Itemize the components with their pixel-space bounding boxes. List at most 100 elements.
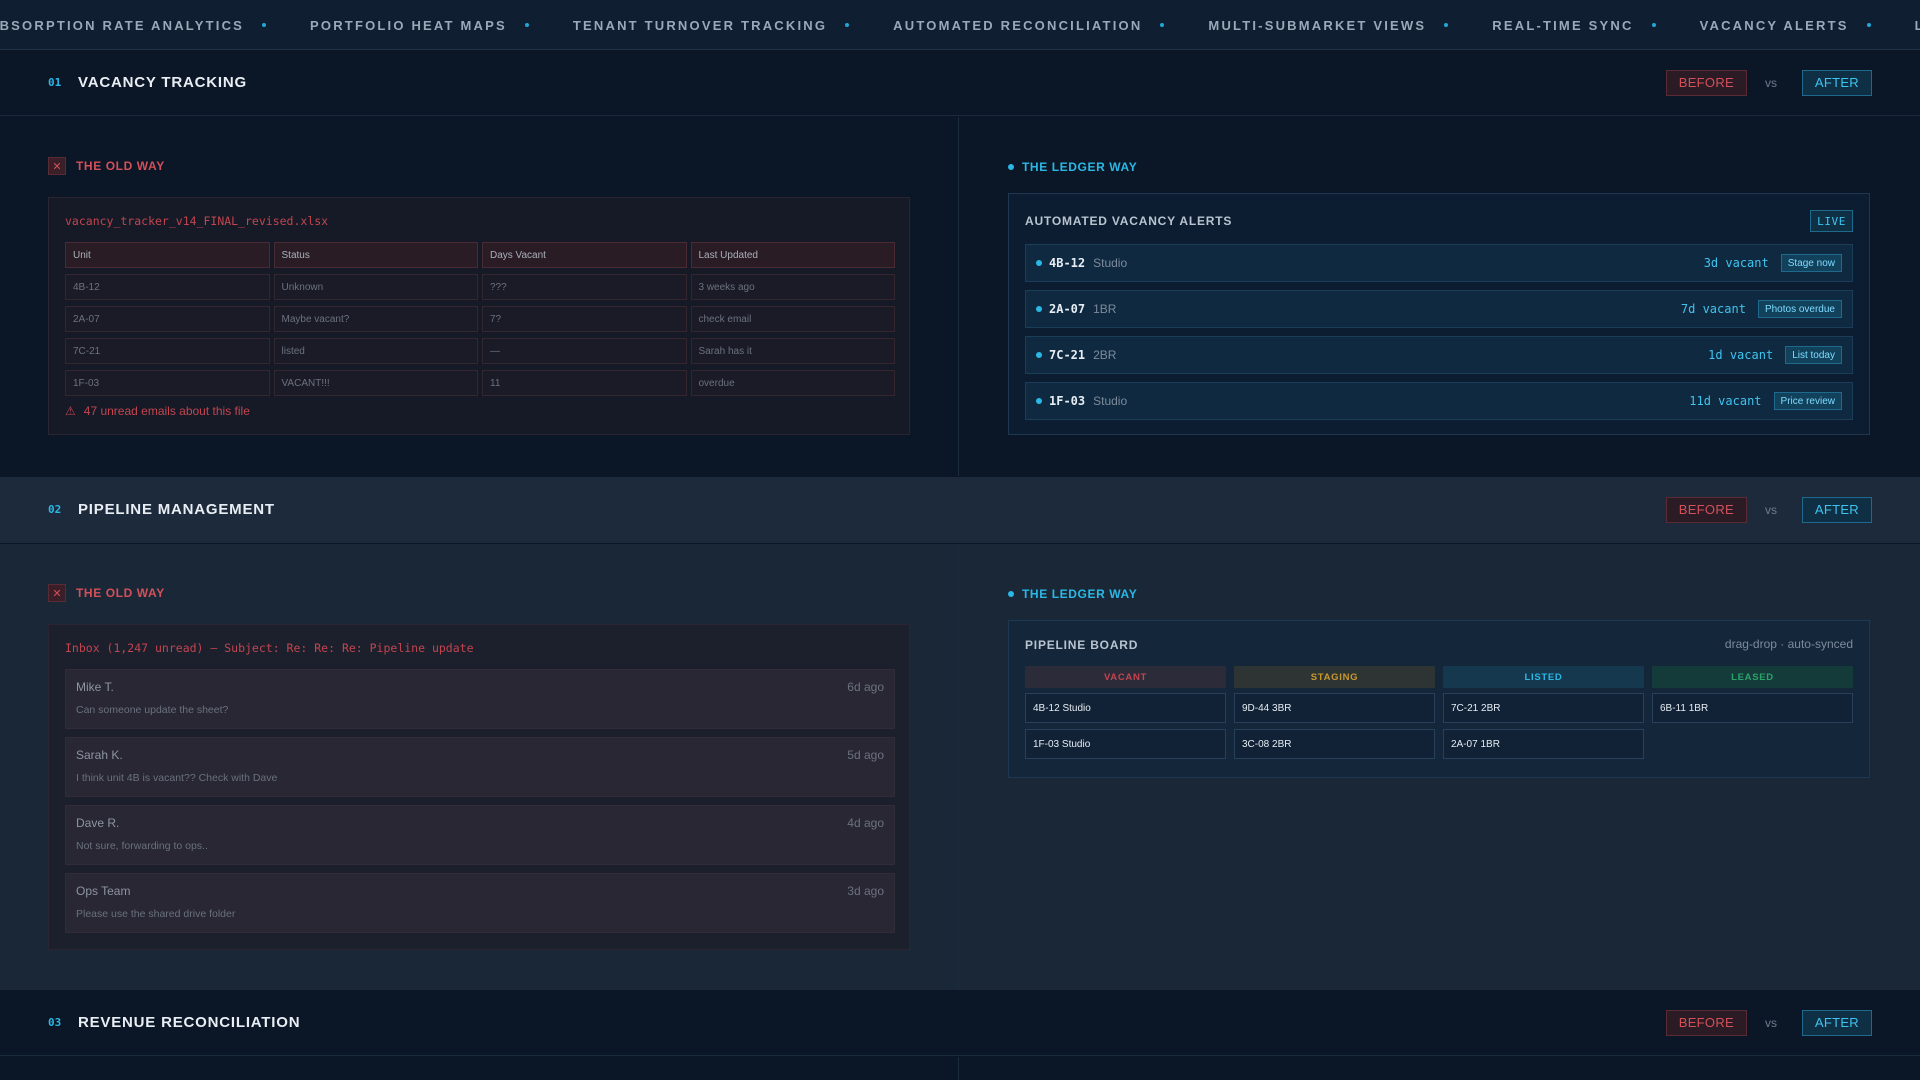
section-header-vacancy-tracking: 01 Vacancy Tracking BEFORE vs AFTER — [0, 50, 1920, 116]
email-time: 6d ago — [847, 680, 884, 694]
ticker-item: Lease Expiration — [1915, 18, 1920, 33]
ticker-item: Vacancy Alerts — [1699, 17, 1849, 33]
old-way-text: The Old Way — [76, 159, 165, 173]
table-cell: 7C-21 — [65, 338, 270, 364]
alert-action-button[interactable]: Stage now — [1780, 254, 1842, 272]
status-dot-icon — [1036, 398, 1042, 404]
table-cell: VACANT!!! — [273, 370, 478, 396]
after-button[interactable]: AFTER — [1801, 1009, 1872, 1036]
table-header-cell: Status — [273, 242, 478, 268]
before-button[interactable]: BEFORE — [1665, 1009, 1747, 1036]
section-header-revenue-reconciliation: 03 Revenue Reconciliation BEFORE vs AFTE… — [0, 990, 1920, 1056]
board-column-header: Leased — [1652, 666, 1853, 688]
table-header-cell: Last Updated — [690, 242, 895, 268]
pipeline-board-panel: Pipeline Board drag-drop · auto-synced V… — [1008, 620, 1870, 778]
pipeline-card[interactable]: 3C-08 2BR — [1234, 729, 1435, 759]
table-cell: overdue — [690, 370, 895, 396]
section-title: Vacancy Tracking — [78, 74, 247, 91]
ticker-track: Absorption Rate Analytics Portfolio Heat … — [0, 0, 1920, 49]
after-button[interactable]: AFTER — [1801, 69, 1872, 96]
vacancy-alert-row[interactable]: 1F-03 Studio 11d vacant Price review — [1025, 382, 1853, 420]
alert-right-group: 7d vacant Photos overdue — [1681, 300, 1842, 318]
board-column-leased: Leased 6B-11 1BR — [1652, 666, 1853, 765]
pipeline-card[interactable]: 7C-21 2BR — [1443, 693, 1644, 723]
before-button[interactable]: BEFORE — [1665, 69, 1747, 96]
close-icon: ✕ — [48, 584, 66, 602]
pipeline-card[interactable]: 1F-03 Studio — [1025, 729, 1226, 759]
email-item[interactable]: Sarah K. 5d ago I think unit 4B is vacant?… — [65, 737, 895, 797]
bullet-icon — [1866, 23, 1871, 27]
email-item[interactable]: Dave R. 4d ago Not sure, forwarding to ops… — [65, 805, 895, 865]
status-dot-icon — [1036, 306, 1042, 312]
bullet-icon — [1651, 23, 1656, 27]
ticker-item: Real-Time Sync — [1492, 17, 1634, 33]
board-column-staging: Staging 9D-44 3BR 3C-08 2BR — [1234, 666, 1435, 765]
old-way-label: ✕ The Old Way — [48, 584, 165, 602]
email-sender: Sarah K. — [76, 748, 123, 762]
ledger-way-label: The Ledger Way — [1008, 587, 1137, 601]
inbox-subject: Inbox (1,247 unread) — Subject: Re: Re: … — [65, 641, 474, 655]
bullet-icon — [845, 23, 850, 27]
spreadsheet-filename: vacancy_tracker_v14_FINAL_revised.xlsx — [65, 214, 329, 228]
section-number: 03 — [48, 1016, 62, 1029]
vs-label: vs — [1765, 1015, 1777, 1030]
status-dot-icon — [1036, 260, 1042, 266]
vacancy-alert-row[interactable]: 4B-12 Studio 3d vacant Stage now — [1025, 244, 1853, 282]
board-column-header: Vacant — [1025, 666, 1226, 688]
table-cell: check email — [690, 306, 895, 332]
status-dot-icon — [1008, 164, 1014, 170]
email-warning: ⚠ 47 unread emails about this file — [65, 404, 250, 418]
ticker-item: Absorption Rate Analytics — [0, 17, 245, 33]
ledger-way-text: The Ledger Way — [1022, 587, 1138, 601]
pipeline-card[interactable]: 2A-07 1BR — [1443, 729, 1644, 759]
live-badge: LIVE — [1810, 210, 1853, 232]
alert-right-group: 3d vacant Stage now — [1704, 254, 1842, 272]
email-sender: Ops Team — [76, 884, 131, 898]
feature-ticker: Absorption Rate Analytics Portfolio Heat … — [0, 0, 1920, 50]
alert-days-vacant: 11d vacant — [1689, 394, 1762, 408]
email-item[interactable]: Ops Team 3d ago Please use the shared driv… — [65, 873, 895, 933]
alert-unit-type: Studio — [1093, 394, 1128, 408]
before-button[interactable]: BEFORE — [1665, 496, 1747, 523]
after-button[interactable]: AFTER — [1801, 496, 1872, 523]
board-meta: drag-drop · auto-synced — [1724, 637, 1853, 651]
table-cell: 7? — [482, 306, 687, 332]
ticker-item: Automated Reconciliation — [893, 17, 1143, 33]
ticker-item: Tenant Turnover Tracking — [572, 17, 828, 33]
pipeline-card[interactable]: 6B-11 1BR — [1652, 693, 1853, 723]
email-sender: Dave R. — [76, 816, 120, 830]
email-preview: Can someone update the sheet? — [76, 704, 229, 716]
bullet-icon — [524, 23, 529, 27]
column-divider — [958, 544, 959, 990]
vacancy-alert-row[interactable]: 7C-21 2BR 1d vacant List today — [1025, 336, 1853, 374]
pipeline-card[interactable]: 4B-12 Studio — [1025, 693, 1226, 723]
email-sender: Mike T. — [76, 680, 114, 694]
email-preview: I think unit 4B is vacant?? Check with D… — [76, 772, 278, 784]
table-cell: listed — [273, 338, 478, 364]
board-column-header: Listed — [1443, 666, 1644, 688]
table-cell: Unknown — [273, 274, 478, 300]
old-way-label: ✕ The Old Way — [48, 157, 165, 175]
table-header-cell: Days Vacant — [482, 242, 687, 268]
vs-label: vs — [1765, 502, 1777, 517]
close-icon: ✕ — [48, 157, 66, 175]
section-header-pipeline-management: 02 Pipeline Management BEFORE vs AFTER — [0, 477, 1920, 543]
ledger-way-text: The Ledger Way — [1022, 160, 1138, 174]
alert-unit: 1F-03 — [1049, 394, 1086, 408]
alert-action-button[interactable]: Price review — [1773, 392, 1842, 410]
ticker-item: Portfolio Heat Maps — [310, 17, 507, 33]
old-inbox-panel: Inbox (1,247 unread) — Subject: Re: Re: … — [48, 624, 910, 950]
ledger-way-label: The Ledger Way — [1008, 160, 1137, 174]
alert-action-button[interactable]: List today — [1785, 346, 1842, 364]
table-header-cell: Unit — [65, 242, 270, 268]
ticker-item: Multi-Submarket Views — [1208, 17, 1427, 33]
table-cell: 3 weeks ago — [690, 274, 895, 300]
email-item[interactable]: Mike T. 6d ago Can someone update the shee… — [65, 669, 895, 729]
table-cell: Maybe vacant? — [273, 306, 478, 332]
vacancy-alert-row[interactable]: 2A-07 1BR 7d vacant Photos overdue — [1025, 290, 1853, 328]
table-cell: 4B-12 — [65, 274, 270, 300]
alert-action-button[interactable]: Photos overdue — [1757, 300, 1842, 318]
status-dot-icon — [1036, 352, 1042, 358]
column-divider — [958, 117, 959, 476]
pipeline-card[interactable]: 9D-44 3BR — [1234, 693, 1435, 723]
